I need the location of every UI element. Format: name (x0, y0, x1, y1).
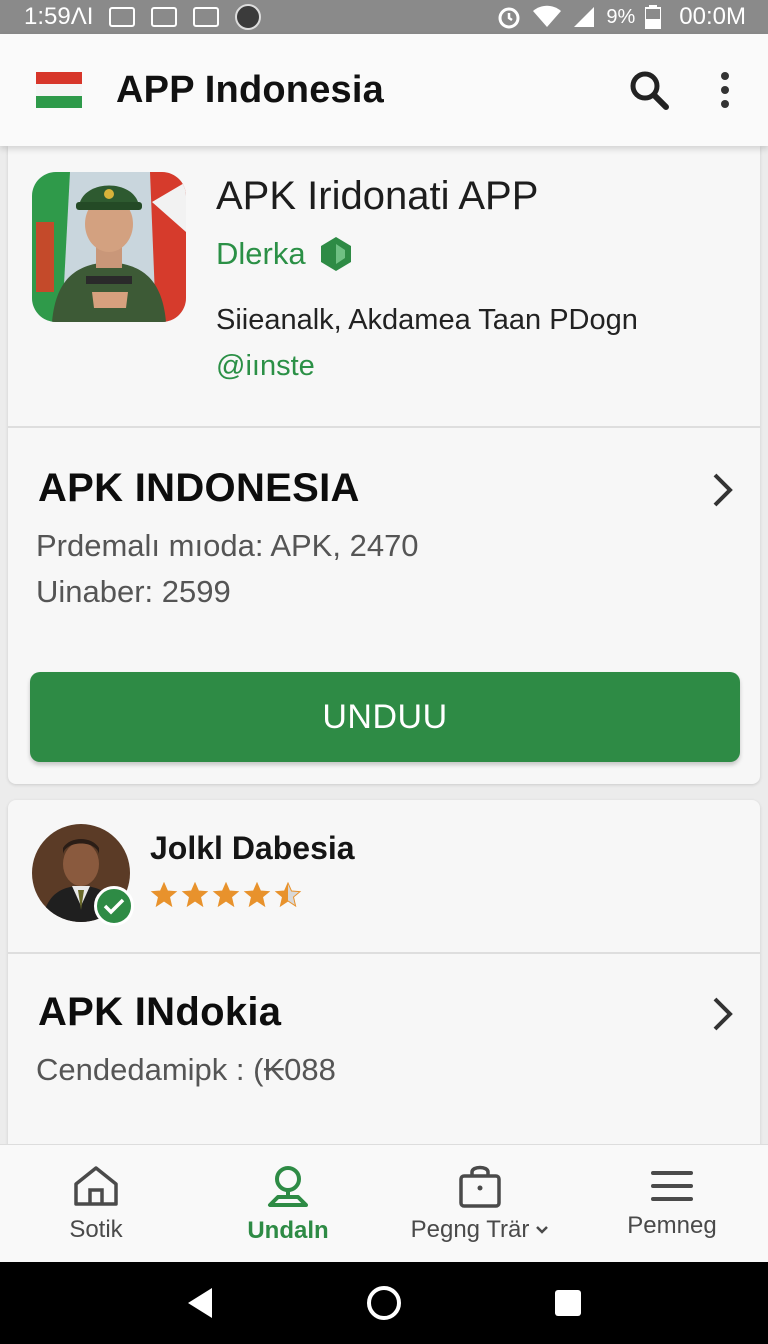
status-left: 1:59ΛI (24, 3, 262, 31)
star-rating (150, 882, 302, 908)
battery-icon (645, 5, 662, 29)
app-bar: APP Indonesia (0, 34, 768, 146)
app-header: APK Iridonati APP Dlerka Siieanalk, Akda… (8, 146, 760, 426)
app-bar-actions (628, 69, 768, 111)
nav-item-home[interactable]: Sotik (0, 1145, 192, 1262)
home-button-icon[interactable] (366, 1285, 402, 1321)
shopping-bag-icon (459, 1165, 501, 1208)
chevron-right-icon[interactable] (710, 472, 734, 508)
hamburger-menu-icon (651, 1170, 693, 1201)
status-right: 9% 00:0M (496, 3, 746, 31)
status-clock: 00:0M (679, 3, 746, 30)
detail-title[interactable]: APK INdokia (38, 990, 281, 1035)
bottom-navigation: Sotik Undaln Pegng Trär Pemneg (0, 1144, 768, 1262)
star-icon (212, 882, 240, 908)
muted-notification-icon (193, 7, 220, 27)
avatar[interactable] (32, 824, 134, 926)
review-card: Jolkl Dabesia APK INdokia Cendedamipk : … (8, 800, 760, 1160)
wifi-icon (533, 5, 562, 27)
nav-label: Pegng Trär (410, 1215, 530, 1243)
battery-percent: 9% (606, 5, 636, 28)
star-icon (274, 882, 302, 908)
verified-check-icon (94, 886, 134, 926)
app-subtitle: Siieanalk, Akdamea Taan PDogn (216, 304, 638, 336)
recents-icon[interactable] (554, 1289, 582, 1317)
star-icon (150, 882, 178, 908)
alarm-icon (498, 7, 520, 29)
signal-icon (574, 7, 595, 27)
back-icon[interactable] (186, 1286, 214, 1320)
detail-info-line: Uinaber: 2599 (36, 574, 231, 609)
more-vert-icon[interactable] (720, 71, 730, 109)
chevron-down-icon (536, 1225, 549, 1234)
developer-row[interactable]: Dlerka (216, 236, 352, 272)
detail-info-line: Prdemalı mıoda: APK, 2470 (36, 528, 419, 563)
notification-icon (109, 7, 136, 27)
detail-title[interactable]: APK INDONESIA (38, 466, 360, 511)
nav-label: Sotik (69, 1215, 123, 1243)
nav-label: Pemneg (627, 1211, 717, 1239)
avatar-notification-icon (235, 4, 262, 30)
location-pin-icon (268, 1165, 308, 1207)
home-icon (74, 1165, 118, 1206)
divider (8, 952, 760, 954)
star-icon (243, 882, 271, 908)
app-name: APK Iridonati APP (216, 174, 539, 218)
detail-info-line: Cendedamipk : (₭088 (36, 1052, 336, 1087)
search-icon[interactable] (628, 69, 670, 111)
nav-item-undaln[interactable]: Undaln (192, 1145, 384, 1262)
app-icon[interactable] (32, 172, 186, 322)
star-icon (181, 882, 209, 908)
nav-item-shop[interactable]: Pegng Trär (384, 1145, 576, 1262)
status-bar: 1:59ΛI 9% 00:0M (0, 0, 768, 34)
nav-item-menu[interactable]: Pemneg (576, 1145, 768, 1262)
verified-badge-icon (320, 237, 351, 271)
app-handle-link[interactable]: @iınste (216, 350, 315, 383)
divider (8, 426, 760, 428)
nav-label-row: Pegng Trär (411, 1216, 550, 1244)
status-time: 1:59ΛI (24, 3, 94, 30)
gallery-notification-icon (151, 7, 178, 27)
developer-name[interactable]: Dlerka (216, 236, 306, 272)
nav-label: Undaln (247, 1216, 329, 1244)
app-detail-card: APK Iridonati APP Dlerka Siieanalk, Akda… (8, 146, 760, 784)
download-button[interactable]: UNDUU (30, 672, 740, 762)
reviewer-name: Jolkl Dabesia (150, 830, 355, 866)
system-navigation-bar (0, 1262, 768, 1344)
chevron-right-icon[interactable] (710, 996, 734, 1032)
app-bar-title: APP Indonesia (116, 68, 384, 111)
indonesia-flag-icon (36, 72, 82, 108)
